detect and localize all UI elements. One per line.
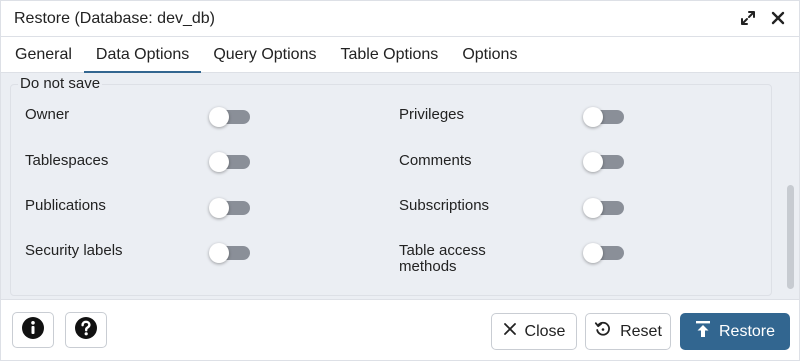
scrollbar-thumb[interactable] [787,185,794,289]
subscriptions-toggle[interactable] [583,196,627,220]
reset-icon [594,320,612,343]
reset-button-label: Reset [620,322,662,340]
do-not-save-fieldset [10,84,772,296]
privileges-label: Privileges [399,106,465,123]
tablespaces-toggle[interactable] [209,150,253,174]
tab-bar: General Data Options Query Options Table… [1,37,799,74]
security-labels-label: Security labels [25,242,123,259]
publications-label: Publications [25,197,106,214]
help-button[interactable] [65,312,107,348]
restore-button[interactable]: Restore [680,313,790,350]
comments-label: Comments [399,152,472,169]
owner-label: Owner [25,106,70,123]
dialog-titlebar: Restore (Database: dev_db) [1,1,799,37]
tab-general[interactable]: General [3,37,84,73]
fieldset-legend: Do not save [18,75,103,92]
dialog-title: Restore (Database: dev_db) [14,10,215,27]
tab-data-options[interactable]: Data Options [83,37,202,74]
tab-query-options[interactable]: Query Options [201,37,328,73]
close-x-icon [503,322,517,341]
owner-toggle[interactable] [209,105,253,129]
close-icon[interactable] [769,9,787,27]
info-icon [21,316,45,345]
content-scrollbar[interactable] [783,73,799,299]
comments-toggle[interactable] [583,150,627,174]
dialog-footer: Close Reset Restore [1,299,799,360]
tablespaces-label: Tablespaces [25,152,109,169]
title-actions [739,9,787,27]
table-access-methods-toggle[interactable] [583,241,627,265]
help-icon [74,316,98,345]
subscriptions-label: Subscriptions [399,197,490,214]
upload-icon [695,320,711,343]
close-button[interactable]: Close [491,313,577,350]
tab-options[interactable]: Options [450,37,529,73]
restore-button-label: Restore [718,322,776,340]
maximize-icon[interactable] [739,9,757,27]
publications-toggle[interactable] [209,196,253,220]
restore-dialog: Restore (Database: dev_db) General Data … [0,0,800,361]
close-button-label: Close [524,322,566,340]
reset-button[interactable]: Reset [585,313,671,350]
info-button[interactable] [12,312,54,348]
tab-content: Do not save Owner Privileges Tablespaces… [1,73,799,299]
privileges-toggle[interactable] [583,105,627,129]
tab-table-options[interactable]: Table Options [328,37,450,73]
table-access-methods-label: Table access methods [399,242,486,275]
security-labels-toggle[interactable] [209,241,253,265]
